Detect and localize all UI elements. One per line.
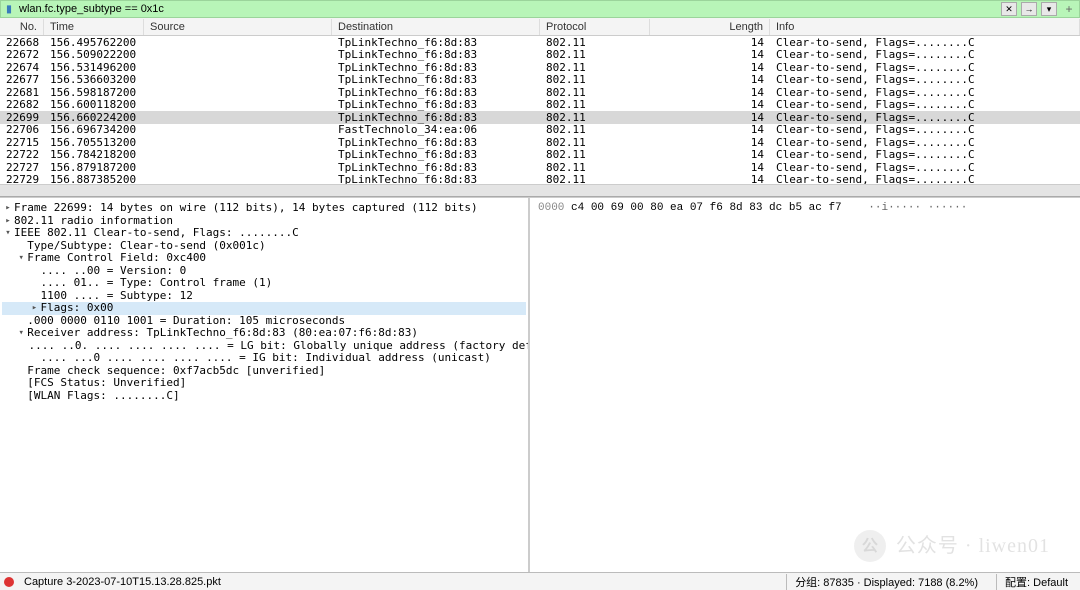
tree-line[interactable]: ▾Frame Control Field: 0xc400 bbox=[2, 252, 526, 265]
bookmark-icon[interactable]: ▮ bbox=[3, 3, 15, 15]
watermark: 公 公众号 · liwen01 bbox=[854, 530, 1050, 562]
table-row[interactable]: 22674156.531496200TpLinkTechno_f6:8d:838… bbox=[0, 61, 1080, 74]
table-row[interactable]: 22681156.598187200TpLinkTechno_f6:8d:838… bbox=[0, 86, 1080, 99]
status-file: Capture 3-2023-07-10T15.13.28.825.pkt bbox=[24, 576, 221, 588]
table-row[interactable]: 22706156.696734200FastTechnolo_34:ea:068… bbox=[0, 124, 1080, 137]
display-filter-input[interactable] bbox=[19, 3, 997, 15]
packet-list-body[interactable]: 22668156.495762200TpLinkTechno_f6:8d:838… bbox=[0, 36, 1080, 184]
tree-twisty-icon[interactable]: ▸ bbox=[29, 302, 41, 315]
hex-ascii: ··i····· ······ bbox=[848, 202, 967, 214]
packet-list-pane: No. Time Source Destination Protocol Len… bbox=[0, 18, 1080, 197]
tree-line[interactable]: ▾Receiver address: TpLinkTechno_f6:8d:83… bbox=[2, 327, 526, 340]
status-profile[interactable]: 配置: Default bbox=[996, 574, 1076, 590]
tree-line[interactable]: .... 01.. = Type: Control frame (1) bbox=[2, 277, 526, 290]
tree-line[interactable]: [WLAN Flags: ........C] bbox=[2, 390, 526, 403]
display-filter-bar: ▮ ✕ → ▾ + bbox=[0, 0, 1080, 18]
apply-filter-button[interactable]: → bbox=[1021, 2, 1037, 16]
table-row[interactable]: 22682156.600118200TpLinkTechno_f6:8d:838… bbox=[0, 99, 1080, 112]
tree-twisty-icon[interactable]: ▸ bbox=[2, 215, 14, 228]
tree-line[interactable]: ▸Flags: 0x00 bbox=[2, 302, 526, 315]
packet-list-header[interactable]: No. Time Source Destination Protocol Len… bbox=[0, 18, 1080, 36]
tree-line[interactable]: ▸Frame 22699: 14 bytes on wire (112 bits… bbox=[2, 202, 526, 215]
status-bar: Capture 3-2023-07-10T15.13.28.825.pkt 分组… bbox=[0, 572, 1080, 590]
col-time[interactable]: Time bbox=[44, 19, 144, 35]
hex-bytes: c4 00 69 00 80 ea 07 f6 8d 83 dc b5 ac f… bbox=[571, 202, 842, 214]
packet-bytes-pane[interactable]: 0000 c4 00 69 00 80 ea 07 f6 8d 83 dc b5… bbox=[530, 198, 1080, 572]
col-no[interactable]: No. bbox=[0, 19, 44, 35]
table-row[interactable]: 22727156.879187200TpLinkTechno_f6:8d:838… bbox=[0, 161, 1080, 174]
table-row[interactable]: 22729156.887385200TpLinkTechno_f6:8d:838… bbox=[0, 174, 1080, 185]
tree-twisty-icon[interactable]: ▾ bbox=[2, 227, 14, 240]
table-row[interactable]: 22672156.509022200TpLinkTechno_f6:8d:838… bbox=[0, 49, 1080, 62]
table-row[interactable]: 22677156.536603200TpLinkTechno_f6:8d:838… bbox=[0, 74, 1080, 87]
error-indicator-icon[interactable] bbox=[4, 577, 14, 587]
wechat-icon: 公 bbox=[854, 530, 886, 562]
tree-twisty-icon[interactable]: ▾ bbox=[15, 327, 27, 340]
col-source[interactable]: Source bbox=[144, 19, 332, 35]
col-info[interactable]: Info bbox=[770, 19, 1080, 35]
clear-filter-button[interactable]: ✕ bbox=[1001, 2, 1017, 16]
col-destination[interactable]: Destination bbox=[332, 19, 540, 35]
watermark-text: 公众号 · liwen01 bbox=[896, 540, 1050, 553]
table-row[interactable]: 22722156.784218200TpLinkTechno_f6:8d:838… bbox=[0, 149, 1080, 162]
filter-history-dropdown[interactable]: ▾ bbox=[1041, 2, 1057, 16]
table-row[interactable]: 22699156.660224200TpLinkTechno_f6:8d:838… bbox=[0, 111, 1080, 124]
tree-line[interactable]: .... ...0 .... .... .... .... = IG bit: … bbox=[2, 352, 526, 365]
table-row[interactable]: 22715156.705513200TpLinkTechno_f6:8d:838… bbox=[0, 136, 1080, 149]
packet-details-pane[interactable]: ▸Frame 22699: 14 bytes on wire (112 bits… bbox=[0, 198, 530, 572]
tree-twisty-icon[interactable]: ▾ bbox=[15, 252, 27, 265]
tree-twisty-icon[interactable]: ▸ bbox=[2, 202, 14, 215]
col-protocol[interactable]: Protocol bbox=[540, 19, 650, 35]
add-filter-button[interactable]: + bbox=[1061, 2, 1077, 16]
status-stats: 分组: 87835 · Displayed: 7188 (8.2%) bbox=[786, 574, 986, 590]
tree-line[interactable]: ▾IEEE 802.11 Clear-to-send, Flags: .....… bbox=[2, 227, 526, 240]
lower-split: ▸Frame 22699: 14 bytes on wire (112 bits… bbox=[0, 197, 1080, 572]
col-length[interactable]: Length bbox=[650, 19, 770, 35]
tree-line[interactable]: [FCS Status: Unverified] bbox=[2, 377, 526, 390]
table-row[interactable]: 22668156.495762200TpLinkTechno_f6:8d:838… bbox=[0, 36, 1080, 49]
hex-offset: 0000 bbox=[538, 202, 564, 214]
packet-list-hscroll[interactable] bbox=[0, 184, 1080, 196]
